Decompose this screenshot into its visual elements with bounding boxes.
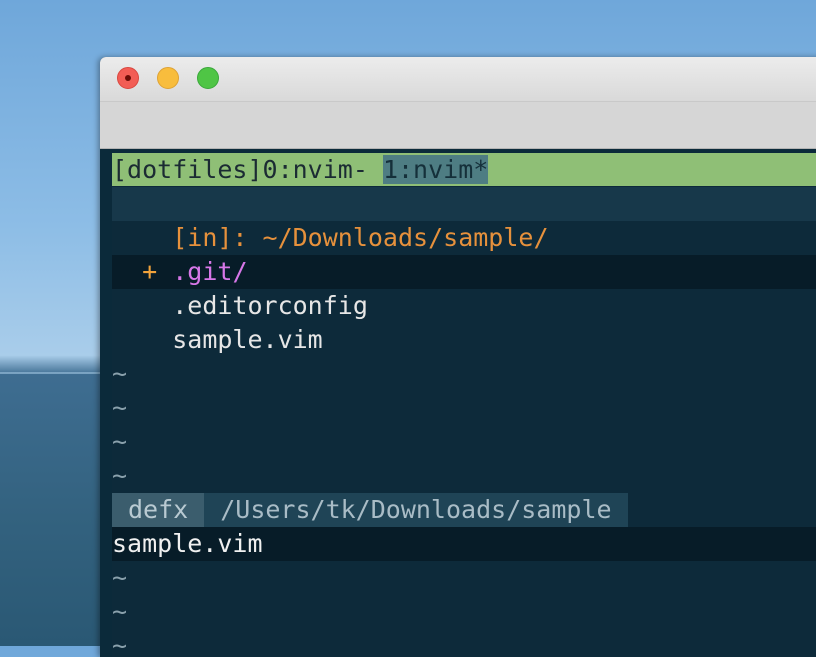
defx-item-git[interactable]: + .git/ (112, 255, 816, 289)
close-window-button[interactable] (117, 67, 139, 89)
buffer-current-line[interactable]: sample.vim (112, 527, 816, 561)
defx-item-sample-vim[interactable]: sample.vim (112, 323, 816, 357)
defx-header: [in]: ~/Downloads/sample/ (112, 221, 816, 255)
tilde-line: ~ (112, 359, 128, 388)
tilde-line: ~ (112, 461, 128, 490)
terminal-window[interactable]: [dotfiles]0:nvim- 1:nvim* [in]: ~/Downlo… (100, 57, 816, 657)
defx-item-editorconfig[interactable]: .editorconfig (112, 289, 816, 323)
statusline-mode: defx (112, 493, 205, 527)
minimize-window-button[interactable] (157, 67, 179, 89)
maximize-window-button[interactable] (197, 67, 219, 89)
tilde-line: ~ (112, 597, 128, 626)
tilde-line: ~ (112, 631, 128, 657)
tilde-line: ~ (112, 563, 128, 592)
file-name: .git/ (172, 257, 248, 286)
title-bar[interactable] (100, 57, 816, 102)
git-marker-icon: + (142, 257, 158, 286)
tmux-status-bar: [dotfiles]0:nvim- 1:nvim* (112, 153, 816, 186)
tilde-line: ~ (112, 427, 128, 456)
window-toolbar (100, 102, 816, 149)
desktop-horizon (0, 372, 110, 374)
file-name: .editorconfig (172, 291, 368, 320)
defx-path: [in]: ~/Downloads/sample/ (172, 223, 549, 252)
tmux-window-1[interactable]: 1:nvim* (382, 155, 489, 184)
terminal-content[interactable]: [dotfiles]0:nvim- 1:nvim* [in]: ~/Downlo… (112, 153, 816, 657)
tilde-line: ~ (112, 393, 128, 422)
defx-statusline: defx/Users/tk/Downloads/sample (112, 493, 816, 527)
empty-line (112, 187, 816, 221)
statusline-cwd: /Users/tk/Downloads/sample (204, 493, 628, 527)
tmux-session-name: [dotfiles] (112, 155, 263, 184)
file-name: sample.vim (172, 325, 323, 354)
tmux-window-0[interactable]: 0:nvim- (263, 155, 368, 184)
